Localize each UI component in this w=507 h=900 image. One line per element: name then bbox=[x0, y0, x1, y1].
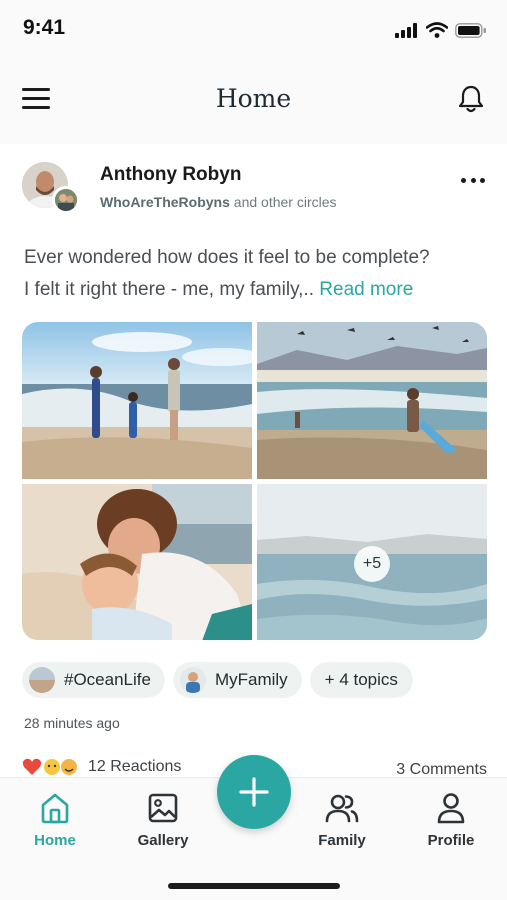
photo-grid: +5 bbox=[22, 322, 487, 640]
more-options-icon[interactable] bbox=[461, 178, 485, 188]
post-header: Anthony Robyn WhoAreTheRobyns and other … bbox=[0, 150, 507, 220]
topic-thumbnail bbox=[29, 667, 55, 693]
topic-chip-oceanlife[interactable]: #OceanLife bbox=[22, 662, 165, 698]
photo-beach-family-walk[interactable] bbox=[22, 322, 252, 479]
more-photos-badge[interactable]: +5 bbox=[354, 546, 390, 582]
cellular-signal-icon bbox=[395, 22, 417, 38]
post-text-line-1: Ever wondered how does it feel to be com… bbox=[24, 247, 430, 268]
app-header: Home bbox=[0, 58, 507, 144]
wifi-icon bbox=[426, 22, 448, 38]
photo-beach-kites[interactable] bbox=[257, 322, 487, 479]
post-timestamp: 28 minutes ago bbox=[24, 715, 120, 731]
reaction-count: 12 Reactions bbox=[88, 758, 182, 775]
tab-gallery[interactable]: Gallery bbox=[118, 792, 208, 849]
tab-profile[interactable]: Profile bbox=[406, 792, 496, 849]
family-icon bbox=[325, 794, 359, 823]
home-icon bbox=[41, 793, 69, 824]
post-text: Ever wondered how does it feel to be com… bbox=[24, 242, 494, 306]
battery-icon bbox=[455, 22, 486, 38]
topic-chips: #OceanLife MyFamily + 4 topics bbox=[22, 662, 413, 700]
more-topics-chip[interactable]: + 4 topics bbox=[309, 662, 413, 698]
create-post-button[interactable] bbox=[217, 755, 291, 829]
home-indicator[interactable] bbox=[168, 883, 340, 889]
profile-icon bbox=[437, 793, 465, 824]
plus-icon bbox=[239, 777, 269, 807]
photo-mother-child-hug[interactable] bbox=[22, 484, 252, 640]
topic-chip-myfamily[interactable]: MyFamily bbox=[172, 662, 302, 698]
circle-suffix: and other circles bbox=[233, 194, 337, 210]
tab-home[interactable]: Home bbox=[10, 792, 100, 849]
page-title: Home bbox=[215, 84, 292, 113]
status-time: 9:41 bbox=[23, 16, 66, 39]
tab-family[interactable]: Family bbox=[297, 792, 387, 849]
post-circle-info: WhoAreTheRobyns and other circles bbox=[100, 194, 337, 210]
reactions-summary[interactable]: 12 Reactions bbox=[22, 757, 181, 777]
gallery-icon bbox=[148, 793, 178, 823]
tab-label: Family bbox=[318, 832, 366, 849]
read-more-link[interactable]: Read more bbox=[319, 279, 413, 300]
tab-label: Home bbox=[34, 832, 76, 849]
status-icons bbox=[395, 22, 487, 38]
status-bar: 9:41 bbox=[0, 0, 507, 58]
topic-thumbnail bbox=[179, 667, 206, 693]
tab-label: Gallery bbox=[137, 832, 189, 849]
reaction-emoji-icons bbox=[22, 758, 77, 775]
bell-icon[interactable] bbox=[457, 84, 485, 114]
photo-sea-waves[interactable]: +5 bbox=[257, 484, 487, 640]
circle-name[interactable]: WhoAreTheRobyns bbox=[100, 194, 230, 210]
topic-label: #OceanLife bbox=[64, 670, 151, 689]
topic-label: + 4 topics bbox=[324, 670, 398, 689]
author-name[interactable]: Anthony Robyn bbox=[100, 164, 241, 186]
circle-avatar[interactable] bbox=[52, 186, 80, 214]
post-text-excerpt: I felt it right there - me, my family,.. bbox=[24, 279, 314, 300]
post-text-line-2: I felt it right there - me, my family,..… bbox=[24, 274, 494, 306]
topic-label: MyFamily bbox=[214, 670, 288, 689]
tab-label: Profile bbox=[427, 832, 475, 849]
